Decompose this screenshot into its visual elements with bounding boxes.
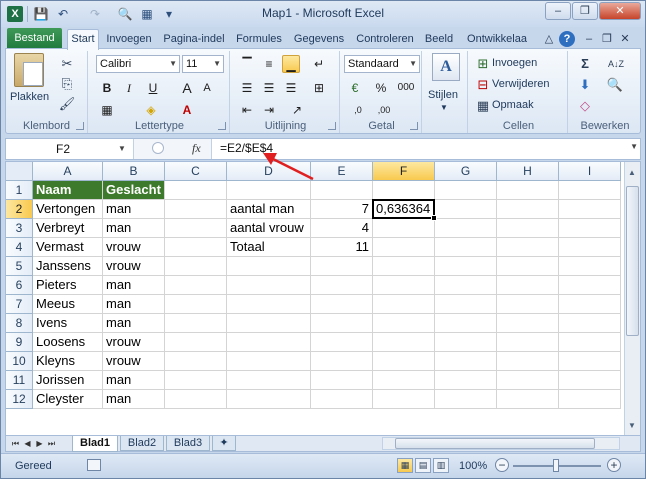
annotation-arrow-icon: [263, 153, 314, 181]
annotation-arrow-line: [268, 155, 314, 181]
excel-window: X 💾 ↶ ↷ 🔍 ▦ ▾ Map1 - Microsoft Excel – ❐…: [0, 0, 646, 479]
